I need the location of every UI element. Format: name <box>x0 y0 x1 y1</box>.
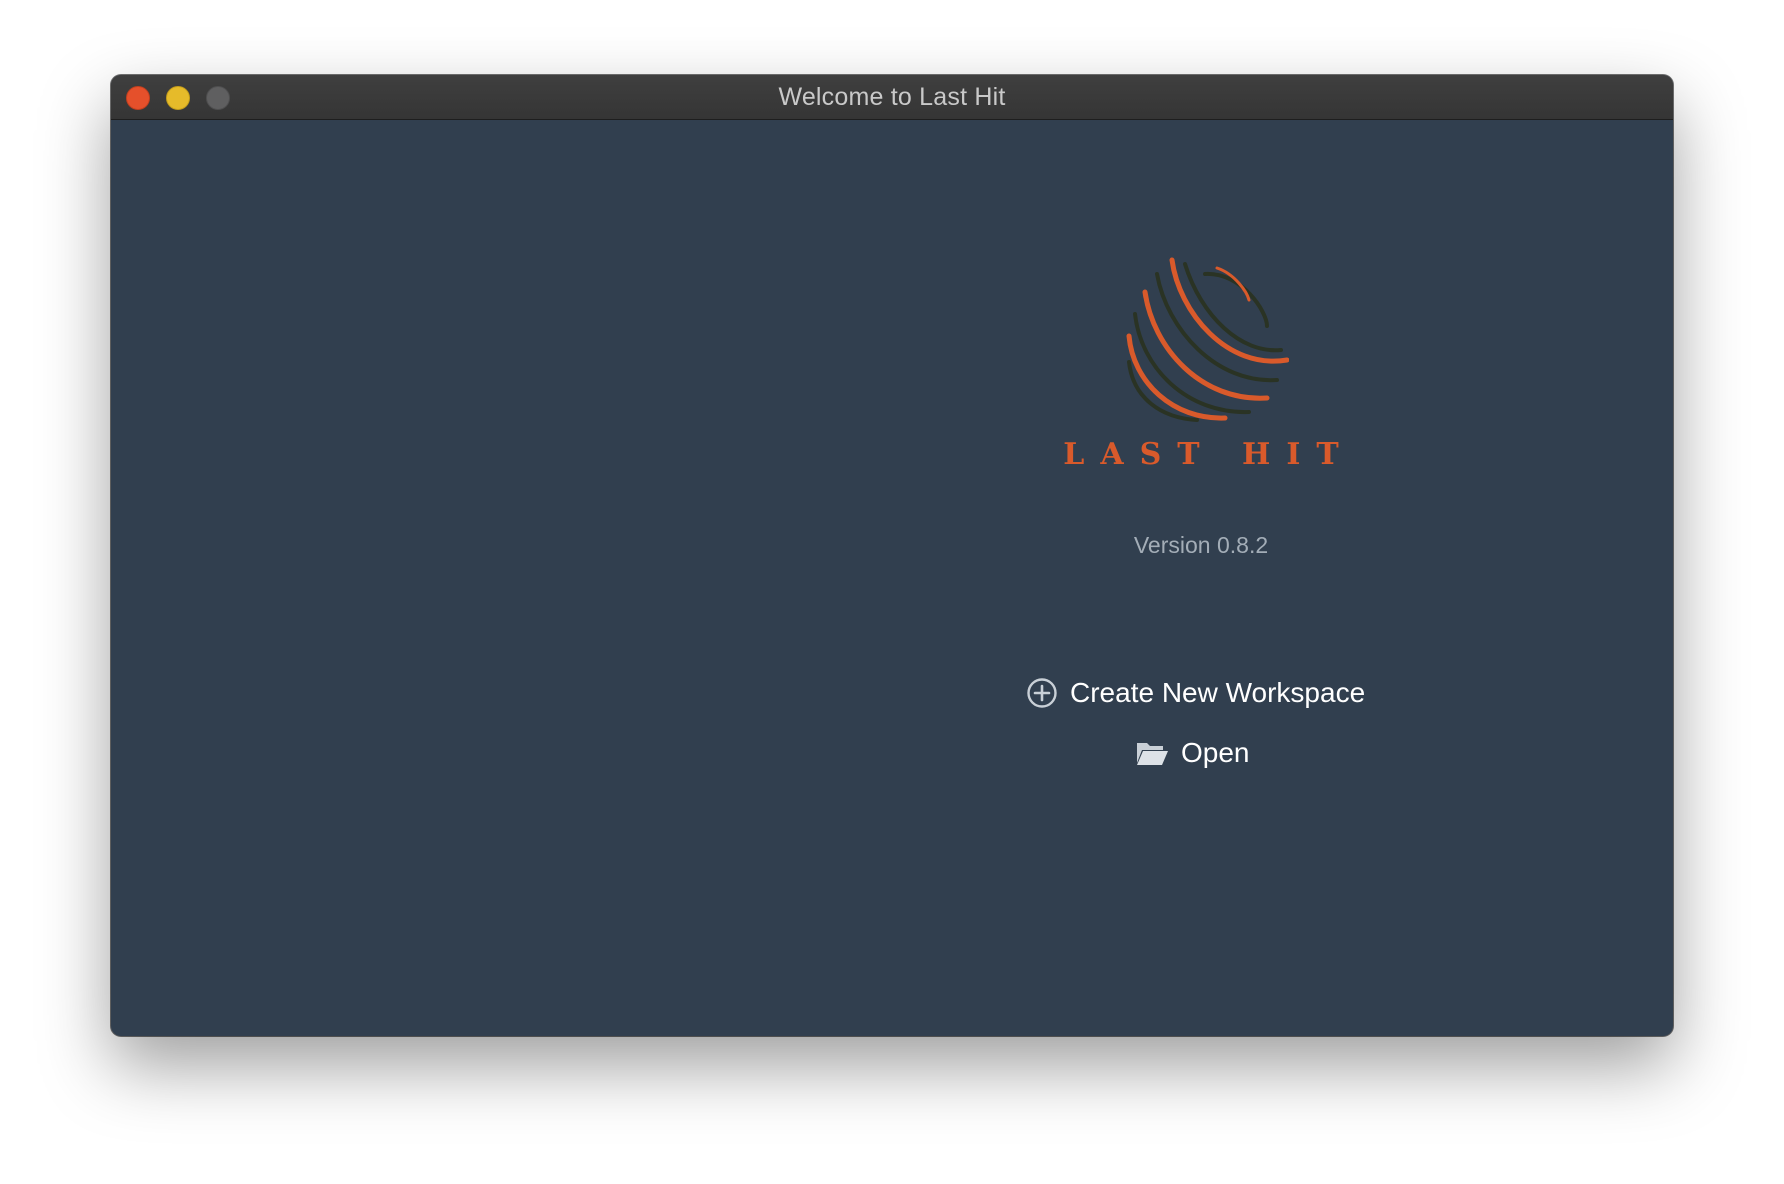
window-title: Welcome to Last Hit <box>778 83 1006 111</box>
striped-globe-icon <box>1126 257 1289 422</box>
open-workspace-button[interactable]: Open <box>1135 733 1250 773</box>
welcome-content: LAST HIT Version 0.8.2 Create New Worksp… <box>111 120 1673 1036</box>
version-label: Version 0.8.2 <box>1133 532 1269 558</box>
create-new-workspace-label: Create New Workspace <box>1070 677 1366 708</box>
plus-circle-icon <box>1026 677 1058 709</box>
folder-open-icon <box>1135 739 1169 767</box>
welcome-window: Welcome to Last Hit LAST HIT Version 0.8… <box>111 75 1673 1036</box>
app-wordmark: LAST HIT <box>1063 437 1355 472</box>
open-label: Open <box>1181 737 1250 768</box>
create-new-workspace-button[interactable]: Create New Workspace <box>1026 673 1365 713</box>
title-bar[interactable]: Welcome to Last Hit <box>111 75 1673 120</box>
